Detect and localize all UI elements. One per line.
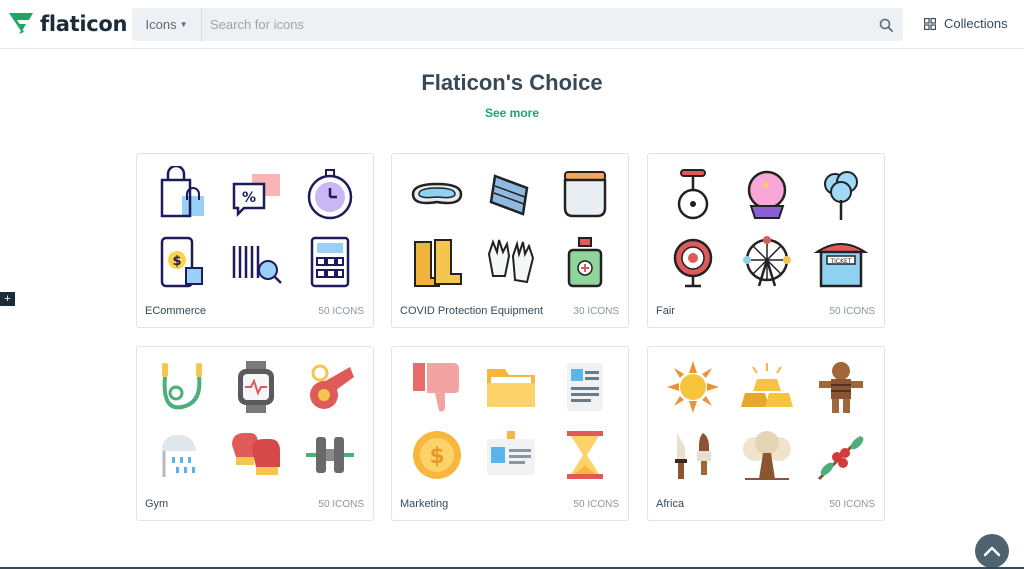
coffee-branch-icon xyxy=(804,421,878,489)
calculator-icon xyxy=(293,228,367,296)
folder-icon xyxy=(474,353,548,421)
barcode-icon xyxy=(219,228,293,296)
pack-card-marketing[interactable]: $ Marketing 50 ICONS xyxy=(391,346,629,521)
search-bar: Icons ▼ xyxy=(132,8,903,41)
pack-name: Gym xyxy=(145,498,169,510)
pack-icons xyxy=(656,353,878,489)
gloves-icon xyxy=(474,228,548,296)
smartwatch-icon xyxy=(219,353,293,421)
shopping-bag-icon xyxy=(145,160,219,228)
search-type-label: Icons xyxy=(145,17,177,32)
pack-name: Fair xyxy=(656,305,675,317)
svg-text:$: $ xyxy=(429,444,444,469)
logo-text: flaticon xyxy=(40,12,128,36)
crystal-ball-icon: ★ xyxy=(730,160,804,228)
svg-text:★: ★ xyxy=(761,180,770,191)
search-type-dropdown[interactable]: Icons ▼ xyxy=(132,8,202,41)
unicycle-icon xyxy=(656,160,730,228)
whistle-icon xyxy=(293,353,367,421)
pack-count: 30 ICONS xyxy=(573,306,619,317)
pack-icons xyxy=(400,160,622,296)
svg-text:TICKET: TICKET xyxy=(829,258,851,265)
scroll-to-top-button[interactable] xyxy=(975,534,1009,568)
baobab-tree-icon xyxy=(730,421,804,489)
collections-label: Collections xyxy=(944,16,1008,31)
collections-button[interactable]: Collections xyxy=(924,16,1008,31)
pack-name: ECommerce xyxy=(145,305,207,317)
id-card-icon xyxy=(474,421,548,489)
ferris-wheel-icon xyxy=(730,228,804,296)
pack-name: COVID Protection Equipment xyxy=(400,305,544,317)
thumbs-down-icon xyxy=(400,353,474,421)
ticket-booth-icon: TICKET xyxy=(804,228,878,296)
discount-chat-icon: % xyxy=(219,160,293,228)
pack-card-gym[interactable]: Gym 50 ICONS xyxy=(136,346,374,521)
pack-count: 50 ICONS xyxy=(318,499,364,510)
pack-icons xyxy=(145,353,367,489)
search-icon xyxy=(879,18,893,32)
grid-icon xyxy=(924,17,936,30)
sanitizer-icon xyxy=(548,228,622,296)
shower-icon xyxy=(145,421,219,489)
side-plus-button[interactable]: + xyxy=(0,292,15,306)
mobile-payment-icon: $ xyxy=(145,228,219,296)
pack-card-africa[interactable]: Africa 50 ICONS xyxy=(647,346,885,521)
pack-name: Africa xyxy=(656,498,685,510)
gold-bars-icon xyxy=(730,353,804,421)
coin-icon: $ xyxy=(400,421,474,489)
boxing-gloves-icon xyxy=(219,421,293,489)
search-input[interactable] xyxy=(202,8,869,41)
caret-down-icon: ▼ xyxy=(179,20,188,29)
jump-rope-icon xyxy=(145,353,219,421)
boots-icon xyxy=(400,228,474,296)
goggles-icon xyxy=(400,160,474,228)
cotton-candy-icon xyxy=(804,160,878,228)
pack-icons: ★ TICKET xyxy=(656,160,878,296)
pack-count: 50 ICONS xyxy=(573,499,619,510)
knives-icon xyxy=(656,421,730,489)
svg-text:%: % xyxy=(242,190,256,206)
voodoo-doll-icon xyxy=(804,353,878,421)
see-more-link[interactable]: See more xyxy=(0,106,1024,120)
face-mask-icon xyxy=(474,160,548,228)
pack-icons: $ xyxy=(400,353,622,489)
document-icon xyxy=(548,353,622,421)
hourglass-icon xyxy=(548,421,622,489)
chevron-up-icon xyxy=(983,546,1001,557)
pack-card-ecommerce[interactable]: % $ ECommerce 50 ICONS xyxy=(136,153,374,328)
pack-card-fair[interactable]: ★ TICKET Fair 50 ICONS xyxy=(647,153,885,328)
svg-text:$: $ xyxy=(172,254,181,269)
pack-name: Marketing xyxy=(400,498,449,510)
pack-count: 50 ICONS xyxy=(829,499,875,510)
pack-count: 50 ICONS xyxy=(829,306,875,317)
top-bar: flaticon Icons ▼ Collections xyxy=(0,0,1024,49)
stopwatch-icon xyxy=(293,160,367,228)
section-title: Flaticon's Choice xyxy=(421,70,603,95)
search-button[interactable] xyxy=(869,8,903,41)
flaticon-logo[interactable]: flaticon xyxy=(8,12,127,36)
flaticon-logo-icon xyxy=(9,13,33,34)
face-shield-icon xyxy=(548,160,622,228)
dumbbell-icon xyxy=(293,421,367,489)
sun-icon xyxy=(656,353,730,421)
target-icon xyxy=(656,228,730,296)
pack-count: 50 ICONS xyxy=(318,306,364,317)
pack-card-covid-protection-equipment[interactable]: COVID Protection Equipment 30 ICONS xyxy=(391,153,629,328)
pack-icons: % $ xyxy=(145,160,367,296)
